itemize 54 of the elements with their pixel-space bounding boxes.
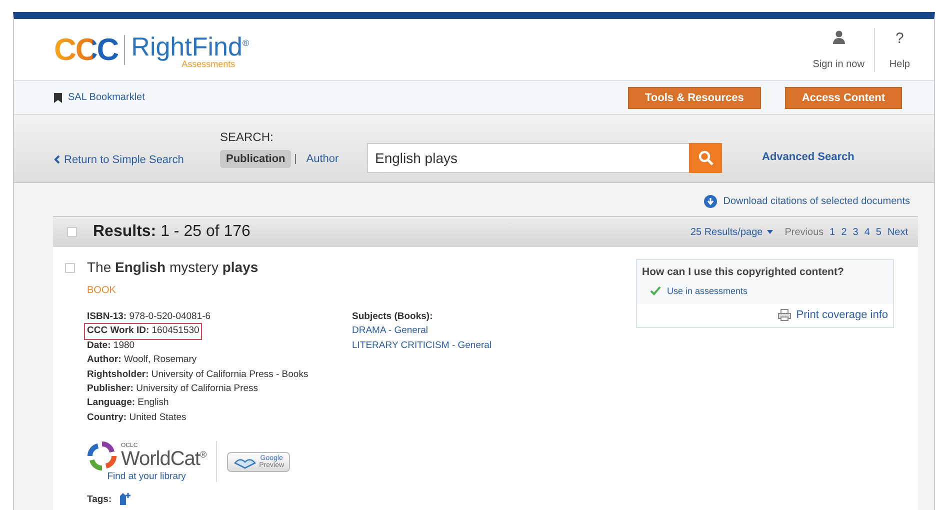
tags-label: Tags:	[87, 494, 112, 505]
logo-name: RightFind$^{®}$	[131, 30, 250, 60]
download-citations-link[interactable]: Download citations of selected documents	[704, 195, 910, 208]
usage-title: How can I use this copyrighted content?	[642, 266, 845, 278]
nav-button[interactable]: Tools & Resources	[628, 86, 761, 108]
pager-link[interactable]: 4	[864, 226, 870, 238]
pager-link[interactable]: Next	[887, 226, 908, 238]
result-field: Publisher: University of California Press	[85, 382, 260, 396]
worldcat-name: WorldCat$^{®}$	[121, 449, 206, 470]
pager-link[interactable]: 1	[830, 226, 836, 238]
bookmark-icon	[54, 92, 62, 102]
back-link[interactable]: Return to Simple Search	[54, 154, 220, 166]
sign-in-button[interactable]: Sign in now	[802, 28, 874, 72]
pager-link[interactable]: 3	[852, 226, 858, 238]
pager-link[interactable]: 2	[841, 226, 847, 238]
search-button[interactable]	[689, 142, 722, 172]
tag-add-icon[interactable]	[118, 492, 132, 506]
user-icon	[832, 30, 846, 44]
subject-link[interactable]: DRAMA - General	[352, 324, 492, 339]
search-scope-tab[interactable]: Publication	[220, 150, 292, 168]
search-field[interactable]: English plays	[367, 142, 689, 172]
help-button[interactable]: ? Help	[874, 28, 924, 72]
pager-link[interactable]: 5	[876, 226, 882, 238]
search-icon	[698, 150, 714, 166]
result-field: Language: English	[85, 396, 171, 411]
caret-icon	[766, 230, 773, 234]
select-all-checkbox[interactable]	[67, 227, 77, 237]
pager-link[interactable]: Previous	[784, 226, 824, 238]
result-field: Author: Woolf, Rosemary	[85, 353, 199, 368]
result-field: Date: 1980	[85, 338, 137, 354]
result-title[interactable]: The English mystery plays	[87, 259, 624, 275]
find-library-link[interactable]: Find at your library	[107, 471, 186, 482]
chevron-left-icon	[54, 155, 60, 164]
printer-icon	[778, 309, 792, 321]
search-label: SEARCH:	[220, 130, 274, 144]
subject-link[interactable]: LITERARY CRITICISM - General	[352, 338, 492, 354]
logo-subtitle: Assessments	[182, 59, 236, 70]
result-field: Country: United States	[85, 410, 188, 426]
result-checkbox[interactable]	[65, 263, 75, 273]
download-icon	[704, 195, 718, 208]
print-coverage-link[interactable]: Print coverage info	[637, 304, 893, 327]
search-scope-tab[interactable]: Author	[300, 150, 345, 168]
nav-button[interactable]: Access Content	[784, 86, 902, 108]
result-type: BOOK	[87, 285, 117, 296]
result-field: Rightsholder: University of California Press - Books	[85, 368, 310, 382]
advanced-search-link[interactable]: Advanced Search	[762, 150, 854, 162]
usage-link[interactable]: Use in assessments	[667, 286, 748, 296]
results-per-page-dropdown[interactable]: 25 Results/page	[690, 226, 773, 238]
worldcat-logo-icon	[87, 441, 117, 472]
result-field: ISBN-13: 978-0-520-04081-6	[85, 310, 213, 324]
subjects-label: Subjects (Books):	[352, 310, 434, 324]
results-count: Results: 1 - 25 of 176	[93, 223, 250, 241]
bookmarklet-link[interactable]: SAL Bookmarklet	[54, 92, 145, 103]
result-field: CCC Work ID: 160451530	[85, 324, 202, 339]
